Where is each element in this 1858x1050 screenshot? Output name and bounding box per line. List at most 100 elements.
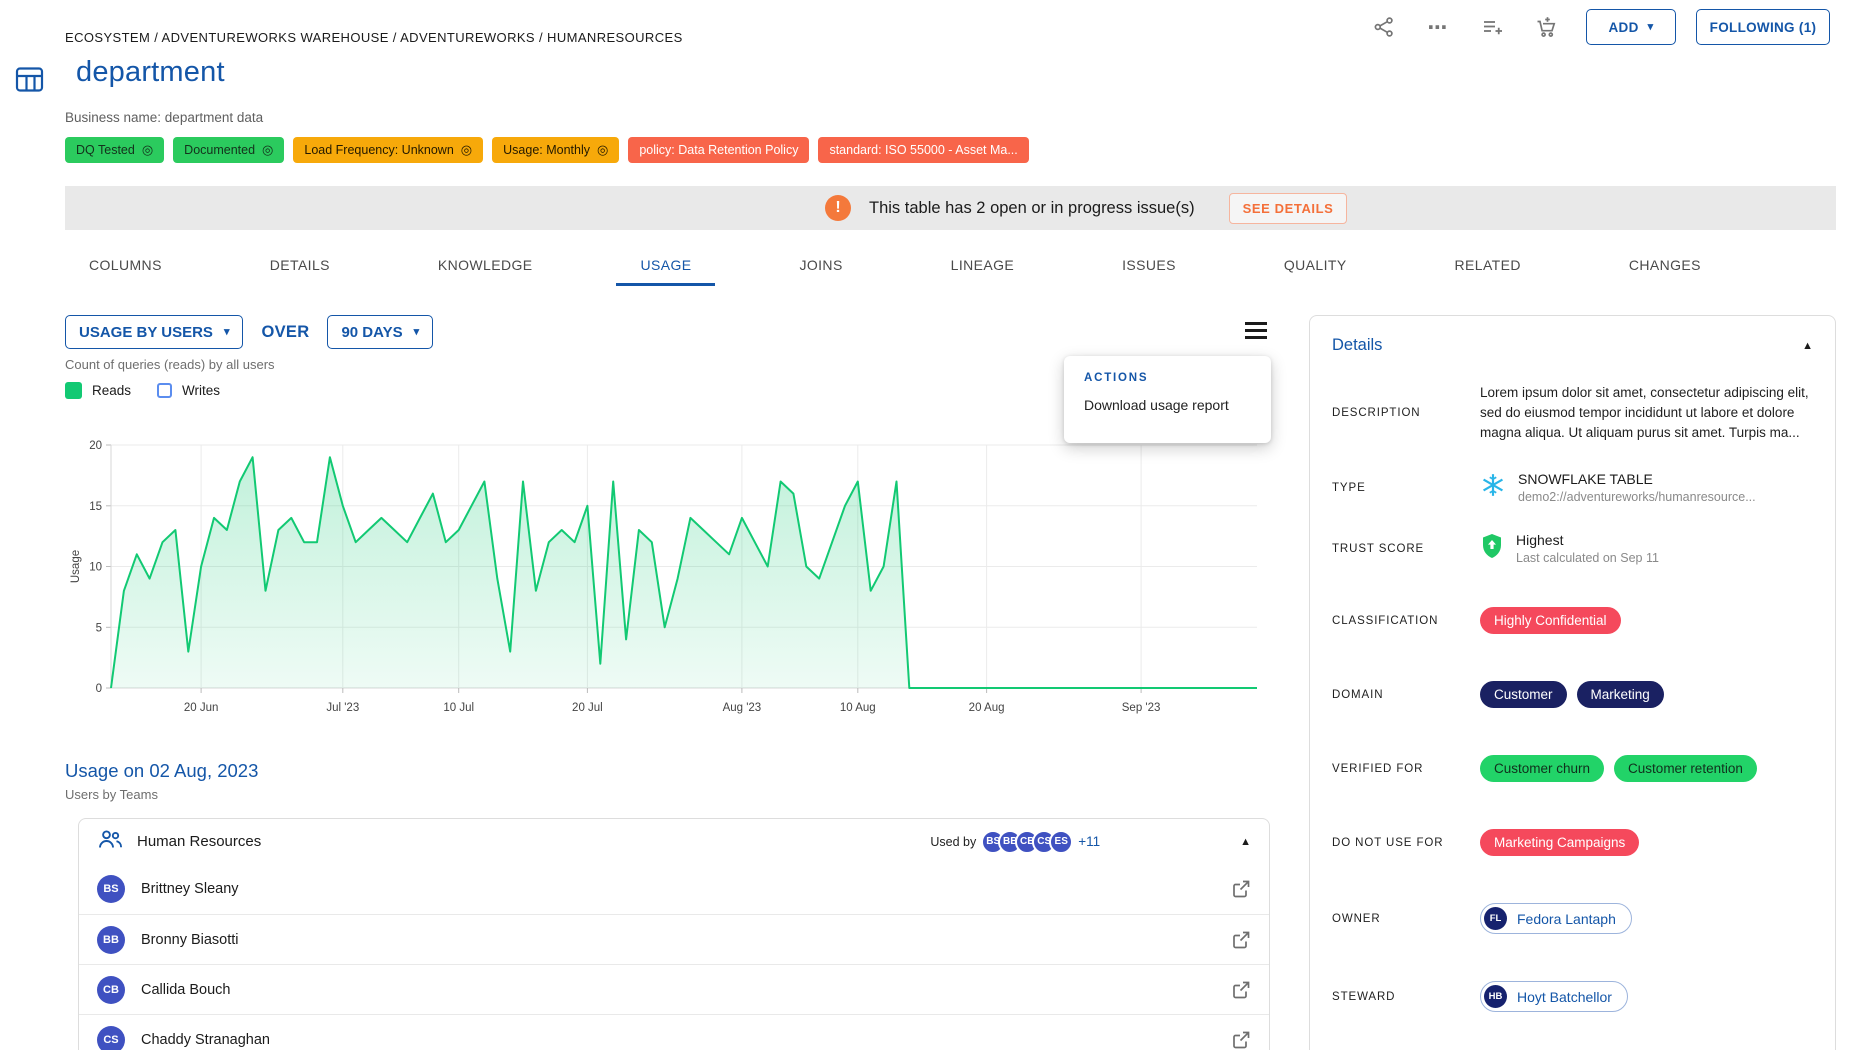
alert-message: This table has 2 open or in progress iss… xyxy=(869,199,1195,218)
tab-issues[interactable]: ISSUES xyxy=(1098,246,1200,286)
steward-name: Hoyt Batchellor xyxy=(1517,989,1624,1005)
badge-policy[interactable]: policy: Data Retention Policy xyxy=(628,137,809,163)
detail-row-steward: STEWARD HB Hoyt Batchellor xyxy=(1332,981,1813,1012)
metric-dropdown[interactable]: USAGE BY USERS ▾ xyxy=(65,315,243,349)
detail-row-type: TYPE SNOWFLAKE TABLE demo2://adventurewo… xyxy=(1332,471,1813,504)
domain-tag[interactable]: Marketing xyxy=(1577,681,1664,708)
tab-quality[interactable]: QUALITY xyxy=(1260,246,1371,286)
user-name: Brittney Sleany xyxy=(141,881,239,897)
owner-chip[interactable]: FL Fedora Lantaph xyxy=(1480,903,1632,934)
actions-menu-heading: ACTIONS xyxy=(1064,356,1271,384)
badge-usage-monthly[interactable]: Usage: Monthly◎ xyxy=(492,137,619,163)
used-by-group: Used by BS BB CB CS ES +11 xyxy=(930,830,1100,854)
user-name: Chaddy Stranaghan xyxy=(141,1032,270,1048)
snowflake-icon xyxy=(1480,472,1506,503)
detail-row-owner: OWNER FL Fedora Lantaph xyxy=(1332,903,1813,934)
tab-lineage[interactable]: LINEAGE xyxy=(927,246,1039,286)
see-details-button[interactable]: SEE DETAILS xyxy=(1229,193,1348,224)
tab-knowledge[interactable]: KNOWLEDGE xyxy=(414,246,557,286)
avatar: BS xyxy=(97,875,125,903)
collapse-icon[interactable]: ▲ xyxy=(1240,836,1251,848)
badge-load-frequency[interactable]: Load Frequency: Unknown◎ xyxy=(293,137,483,163)
seal-icon: ◎ xyxy=(461,142,472,158)
svg-text:20: 20 xyxy=(89,440,102,452)
svg-text:10 Jul: 10 Jul xyxy=(443,702,474,714)
open-in-new-icon[interactable] xyxy=(1231,980,1251,1000)
tab-usage[interactable]: USAGE xyxy=(616,246,715,286)
verified-tag[interactable]: Customer churn xyxy=(1480,755,1604,782)
team-card: Human Resources Used by BS BB CB CS ES +… xyxy=(78,818,1270,1050)
badge-standard[interactable]: standard: ISO 55000 - Asset Ma... xyxy=(818,137,1028,163)
domain-tag[interactable]: Customer xyxy=(1480,681,1567,708)
avatar: FL xyxy=(1484,907,1507,930)
user-name: Callida Bouch xyxy=(141,982,230,998)
svg-text:0: 0 xyxy=(96,683,102,695)
asset-page: ECOSYSTEM / ADVENTUREWORKS WAREHOUSE / A… xyxy=(0,0,1858,1050)
owner-name: Fedora Lantaph xyxy=(1517,911,1628,927)
svg-text:10: 10 xyxy=(89,562,102,574)
usage-chart-svg: 0510152020 JunJul '2310 Jul20 JulAug '23… xyxy=(65,430,1265,720)
detail-row-domain: DOMAIN Customer Marketing xyxy=(1332,681,1813,708)
writes-label: Writes xyxy=(182,383,220,398)
add-button[interactable]: ADD ▾ xyxy=(1586,9,1676,45)
actions-menu: ACTIONS Download usage report xyxy=(1064,356,1271,443)
avatar[interactable]: ES xyxy=(1049,830,1073,854)
team-card-header[interactable]: Human Resources Used by BS BB CB CS ES +… xyxy=(79,819,1269,864)
field-label: DOMAIN xyxy=(1332,689,1480,701)
top-actions: ⋯ ADD ▾ FOLLOWING (1) xyxy=(1372,8,1830,46)
people-icon xyxy=(97,828,123,856)
badge-row: DQ Tested◎ Documented◎ Load Frequency: U… xyxy=(65,137,1029,163)
range-dropdown[interactable]: 90 DAYS ▾ xyxy=(327,315,433,349)
verified-tag[interactable]: Customer retention xyxy=(1614,755,1757,782)
collapse-icon[interactable]: ▲ xyxy=(1802,340,1813,352)
field-label: TRUST SCORE xyxy=(1332,543,1480,555)
badge-documented[interactable]: Documented◎ xyxy=(173,137,284,163)
type-name[interactable]: SNOWFLAKE TABLE xyxy=(1518,471,1756,487)
details-panel: Details ▲ DESCRIPTION Lorem ipsum dolor … xyxy=(1309,315,1836,1050)
table-row: CB Callida Bouch xyxy=(79,964,1269,1014)
svg-text:15: 15 xyxy=(89,501,102,513)
trust-score-note: Last calculated on Sep 11 xyxy=(1516,551,1659,565)
more-options-icon[interactable]: ⋯ xyxy=(1426,15,1450,39)
field-label: STEWARD xyxy=(1332,991,1480,1003)
description-text: Lorem ipsum dolor sit amet, consectetur … xyxy=(1480,383,1813,443)
add-to-list-icon[interactable] xyxy=(1480,15,1504,39)
add-to-cart-icon[interactable] xyxy=(1534,15,1558,39)
field-label: DESCRIPTION xyxy=(1332,407,1480,419)
chart-subtitle: Count of queries (reads) by all users xyxy=(65,357,275,372)
tab-columns[interactable]: COLUMNS xyxy=(65,246,186,286)
avatar: HB xyxy=(1484,985,1507,1008)
svg-text:20 Jun: 20 Jun xyxy=(184,702,219,714)
tab-details[interactable]: DETAILS xyxy=(246,246,354,286)
chart-legend: Reads Writes xyxy=(65,382,220,399)
tab-related[interactable]: RELATED xyxy=(1431,246,1545,286)
tab-changes[interactable]: CHANGES xyxy=(1605,246,1725,286)
team-name: Human Resources xyxy=(137,833,261,850)
do-not-use-tag[interactable]: Marketing Campaigns xyxy=(1480,829,1639,856)
open-in-new-icon[interactable] xyxy=(1231,879,1251,899)
breadcrumb[interactable]: ECOSYSTEM / ADVENTUREWORKS WAREHOUSE / A… xyxy=(65,30,683,45)
detail-row-verified-for: VERIFIED FOR Customer churn Customer ret… xyxy=(1332,755,1813,782)
used-by-label: Used by xyxy=(930,835,976,849)
chevron-down-icon: ▾ xyxy=(414,327,420,338)
detail-row-classification: CLASSIFICATION Highly Confidential xyxy=(1332,607,1813,634)
avatar-overflow-count[interactable]: +11 xyxy=(1078,834,1100,849)
classification-tag[interactable]: Highly Confidential xyxy=(1480,607,1621,634)
usage-area-chart: 0510152020 JunJul '2310 Jul20 JulAug '23… xyxy=(65,430,1265,720)
field-label: OWNER xyxy=(1332,913,1480,925)
field-label: VERIFIED FOR xyxy=(1332,763,1480,775)
field-label: DO NOT USE FOR xyxy=(1332,837,1480,849)
svg-text:Jul '23: Jul '23 xyxy=(326,702,359,714)
open-in-new-icon[interactable] xyxy=(1231,1030,1251,1050)
usage-date-title: Usage on 02 Aug, 2023 xyxy=(65,760,258,782)
svg-text:5: 5 xyxy=(96,622,102,634)
menu-item-download-usage-report[interactable]: Download usage report xyxy=(1064,384,1271,426)
tab-joins[interactable]: JOINS xyxy=(775,246,866,286)
writes-checkbox[interactable] xyxy=(157,383,172,398)
steward-chip[interactable]: HB Hoyt Batchellor xyxy=(1480,981,1628,1012)
open-in-new-icon[interactable] xyxy=(1231,930,1251,950)
following-button[interactable]: FOLLOWING (1) xyxy=(1696,9,1830,45)
share-icon[interactable] xyxy=(1372,15,1396,39)
badge-dq-tested[interactable]: DQ Tested◎ xyxy=(65,137,164,163)
chart-menu-icon[interactable] xyxy=(1245,322,1267,343)
